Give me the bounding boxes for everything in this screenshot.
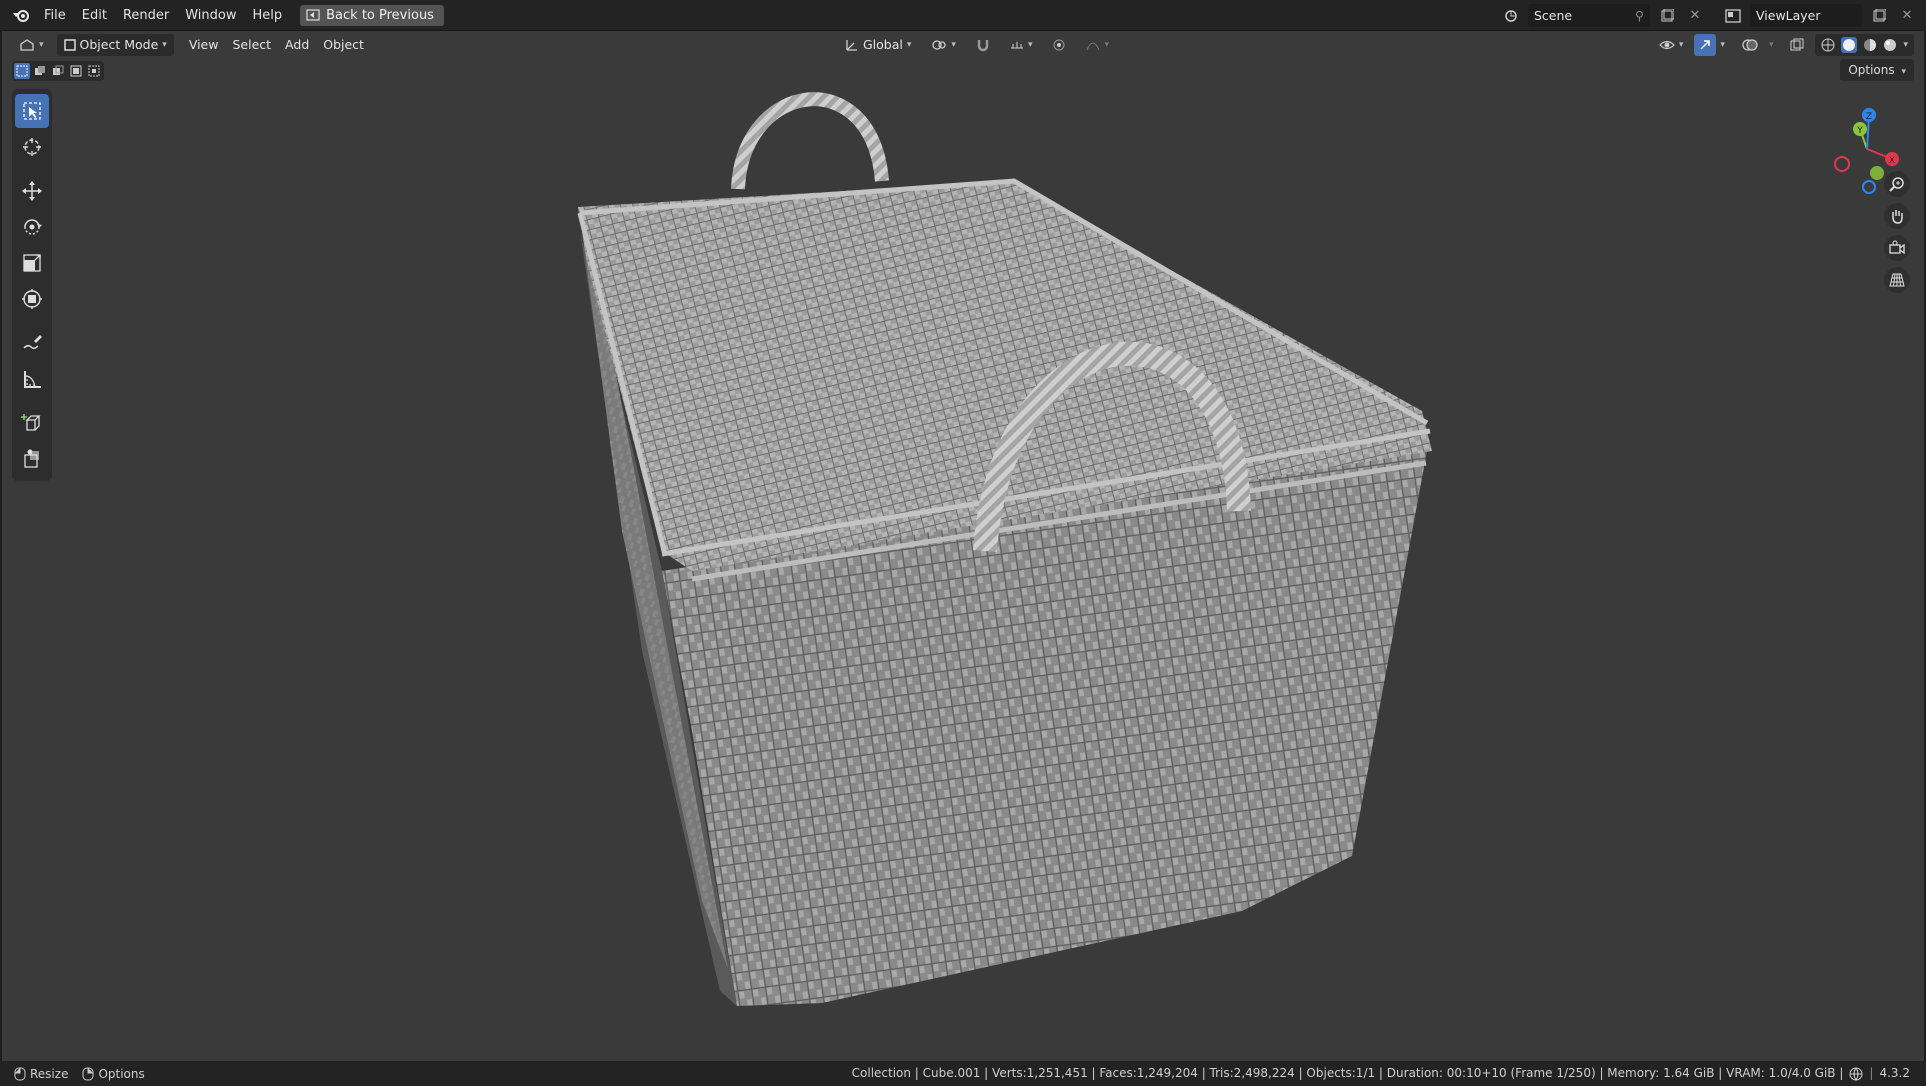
new-scene-icon[interactable] [1656,5,1678,27]
scene-controls: Scene ⚲ ✕ ViewLayer ✕ [1500,4,1918,27]
z-axis-label: Z [1866,112,1872,122]
view-layer-type-icon[interactable] [1722,5,1744,27]
back-to-previous-button[interactable]: Back to Previous [300,4,444,26]
scene-statistics: Collection | Cube.001 | Verts:1,251,451 … [852,1061,1910,1086]
view-layer-name: ViewLayer [1756,8,1821,23]
x-axis-label: X [1889,156,1895,166]
pin-icon[interactable]: ⚲ [1635,4,1644,27]
status-hint-resize-label: Resize [30,1066,69,1081]
3d-model-basket[interactable] [2,31,1924,1061]
camera-view-icon[interactable] [1884,235,1910,261]
pan-hand-icon[interactable] [1884,203,1910,229]
status-hint-resize: Resize [14,1067,68,1081]
network-globe-icon[interactable] [1849,1067,1863,1081]
blender-logo-icon[interactable] [10,4,32,26]
navigation-buttons [1884,171,1910,293]
status-hint-options: Options [82,1066,145,1081]
3d-viewport[interactable]: ▾ Object Mode ▾ View Select Add Object G… [2,31,1924,1061]
view-layer-field[interactable]: ViewLayer [1750,4,1862,27]
menu-render[interactable]: Render [115,0,177,31]
y-axis-label: Y [1856,126,1863,136]
back-icon [306,9,320,21]
status-hint-options-label: Options [98,1066,145,1081]
blender-version: 4.3.2 [1879,1066,1910,1080]
mouse-left-icon [14,1067,26,1080]
new-view-layer-icon[interactable] [1868,5,1890,27]
menu-window[interactable]: Window [177,0,244,31]
neg-y-axis-icon[interactable] [1870,166,1884,180]
status-hints: Resize Options [0,1067,145,1081]
scene-type-icon[interactable] [1500,5,1522,27]
scene-field[interactable]: Scene ⚲ [1528,4,1650,27]
scene-stats-text: Collection | Cube.001 | Verts:1,251,451 … [851,1066,1844,1080]
top-bar: File Edit Render Window Help Back to Pre… [0,0,1926,31]
neg-z-axis-icon[interactable] [1862,180,1876,194]
neg-x-axis-icon[interactable] [1834,156,1850,172]
status-bar: Resize Options Collection | Cube.001 | V… [0,1061,1926,1086]
zoom-icon[interactable] [1884,171,1910,197]
menu-edit[interactable]: Edit [74,0,115,31]
delete-scene-icon[interactable]: ✕ [1684,5,1706,27]
perspective-grid-icon[interactable] [1884,267,1910,293]
scene-name: Scene [1534,8,1573,23]
mouse-right-icon [82,1067,94,1080]
menu-file[interactable]: File [36,0,74,31]
delete-view-layer-icon[interactable]: ✕ [1896,5,1918,27]
back-to-previous-label: Back to Previous [326,7,434,23]
menu-help[interactable]: Help [245,0,291,31]
